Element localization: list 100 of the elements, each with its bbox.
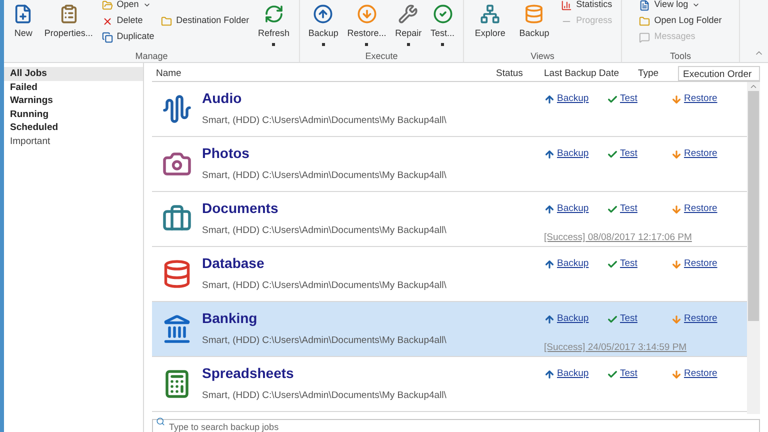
ribbon-button[interactable]: Backup [304,0,342,48]
column-header[interactable]: Status [492,66,540,80]
ribbon-button[interactable]: Backup [515,0,554,48]
message-icon [639,32,650,42]
restore-link[interactable]: Restore [671,92,718,106]
last-backup-date[interactable]: [Success] 08/08/2017 12:17:06 PM [544,232,692,243]
restore-link[interactable]: Restore [671,256,718,272]
down-arrow-icon [671,94,682,104]
backup-link[interactable]: Backup [544,202,607,216]
sidebar-item[interactable]: Important [4,134,143,148]
check-icon [607,258,618,270]
ribbon-button[interactable]: Restore... [343,0,390,48]
job-details: Smart, (HDD) C:\Users\Admin\Documents\My Backup4all\ [202,168,448,183]
restore-link[interactable]: Restore [671,366,718,382]
down-arrow-icon [671,314,682,324]
backup-link[interactable]: Backup [544,312,607,326]
up-arrow-icon [544,258,555,270]
up-arrow-icon [544,148,555,160]
bar-chart-icon [561,0,572,10]
test-link[interactable]: Test [607,366,671,382]
database-icon [524,4,544,24]
job-details: Smart, (HDD) C:\Users\Admin\Documents\My Backup4all\ [202,388,448,403]
ribbon-button[interactable]: Statistics [559,0,614,13]
scrollbar[interactable] [747,82,760,414]
delete-icon [102,16,113,26]
column-header[interactable]: Type [634,66,678,80]
job-name: Spreadsheets [202,364,295,381]
restore-link[interactable]: Restore [671,146,718,162]
check-icon [607,148,618,160]
group-label: Tools [670,50,691,62]
job-details: Smart, (HDD) C:\Users\Admin\Documents\My Backup4all\ [202,114,448,128]
test-link[interactable]: Test [607,312,671,326]
folder-icon [161,16,172,26]
backup-link[interactable]: Backup [544,256,607,272]
job-details: Smart, (HDD) C:\Users\Admin\Documents\My Backup4all\ [202,224,448,238]
job-row[interactable]: Banking Smart, (HDD) C:\Users\Admin\Documents\My Backup4all\ Backup Test Restore [Success] 24/05/2017 3:14:59 PM [152,302,747,357]
ribbon-button[interactable]: Open Log Folder [637,13,724,29]
sidebar-item[interactable]: Running [4,108,143,121]
ribbon-button[interactable]: Open [100,0,156,13]
sidebar-item[interactable]: Warnings [4,94,143,108]
down-arrow-icon [671,204,682,214]
group-label: Manage [135,50,168,62]
tree-icon [480,4,500,24]
ribbon-button[interactable]: View log [637,0,724,13]
test-link[interactable]: Test [607,146,671,162]
backup-link[interactable]: Backup [544,366,607,382]
backup-link[interactable]: Backup [544,146,607,162]
test-link[interactable]: Test [607,256,671,272]
copy-icon [102,32,113,42]
job-details: Smart, (HDD) C:\Users\Admin\Documents\My Backup4all\ [202,334,448,348]
restore-link[interactable]: Restore [671,312,718,326]
job-name: Documents [202,200,280,216]
ribbon-button[interactable]: Properties... [40,0,97,48]
sidebar-item[interactable]: Scheduled [4,121,143,134]
column-header[interactable]: Last Backup Date [540,66,634,80]
ribbon-button[interactable]: Destination Folder [159,13,252,29]
log-icon [639,0,650,10]
sidebar-item[interactable]: Failed [4,80,143,94]
up-arrow-icon [544,94,555,104]
group-label: Execute [365,50,398,62]
file-plus-icon [13,4,34,24]
sidebar-item[interactable]: All Jobs [4,67,143,80]
test-link[interactable]: Test [607,202,671,216]
check-icon [607,314,618,324]
column-header[interactable]: Execution Order [678,66,760,80]
search-icon [156,417,165,426]
up-arrow-icon [544,204,555,214]
scroll-up-icon[interactable] [749,82,758,91]
down-arrow-icon [671,148,682,160]
scrollbar-thumb[interactable] [748,91,759,321]
ribbon-button[interactable]: Delete [100,13,156,29]
group-label: Views [530,50,554,62]
down-arrow-icon [671,258,682,270]
refresh-icon [264,4,284,24]
job-name: Audio [202,90,243,106]
check-icon [607,368,618,380]
job-name: Banking [202,310,258,326]
ribbon-button[interactable]: New [9,0,38,48]
backup-link[interactable]: Backup [544,92,607,106]
wrench-icon [398,4,418,24]
ribbon-button[interactable]: Repair [391,0,426,48]
clipboard-icon [58,4,79,24]
check-icon [432,4,453,24]
check-icon [607,204,618,214]
ribbon-button[interactable]: Duplicate [100,29,156,45]
column-header[interactable]: Name [152,66,492,80]
check-icon [607,94,618,104]
job-name: Database [202,254,266,271]
up-arrow-icon [544,368,555,380]
search-field[interactable]: Type to search backup jobs [152,419,760,432]
up-arrow-icon [544,314,555,324]
down-arrow-icon [671,368,682,380]
test-link[interactable]: Test [607,92,671,106]
job-name: Photos [202,144,250,161]
folder-icon [102,0,113,10]
ribbon-button[interactable]: Test... [426,0,459,48]
folder-icon [639,16,650,26]
ribbon-button[interactable]: Explore [470,0,510,48]
ribbon-button[interactable]: Refresh [254,0,294,48]
restore-link[interactable]: Restore [671,202,718,216]
